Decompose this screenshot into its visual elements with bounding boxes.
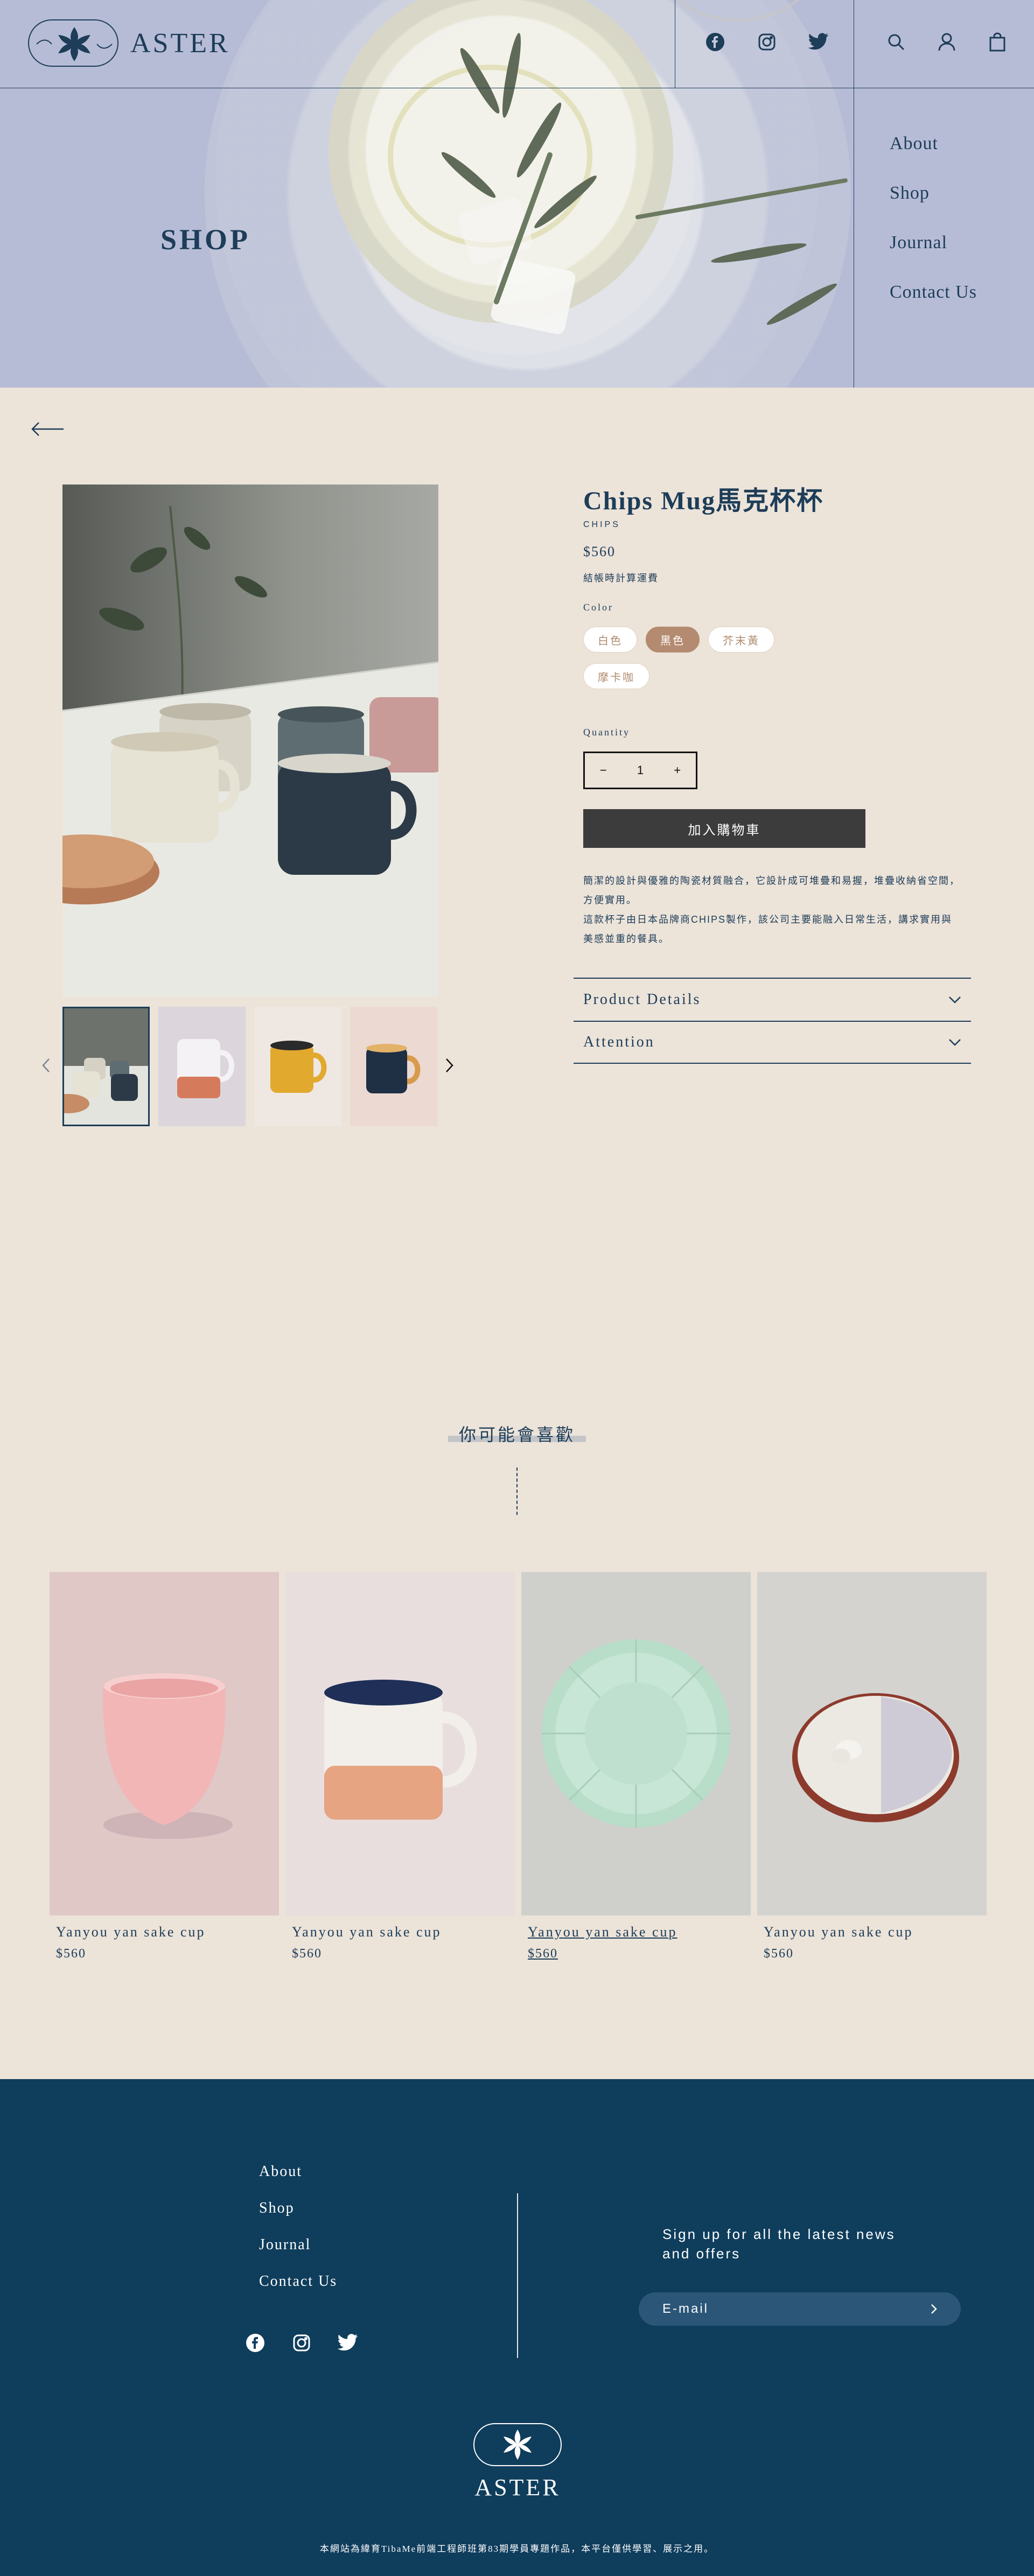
add-to-cart-button[interactable]: 加入購物車 [583, 809, 865, 848]
thumbnail-strip [62, 1007, 437, 1126]
thumbnail-image[interactable] [62, 1007, 150, 1126]
facebook-icon[interactable] [704, 31, 726, 53]
footer-divider [517, 2193, 518, 2358]
product-card[interactable]: Yanyou yan sake cup $560 [757, 1572, 987, 1961]
email-input[interactable]: E-mail [639, 2292, 961, 2326]
footer-link-about[interactable]: About [259, 2163, 337, 2180]
page-title: SHOP [160, 223, 251, 256]
description-paragraph: 這款杯子由日本品牌商CHIPS製作，該公司主要能融入日常生活，講求實用與美感並重… [583, 914, 953, 944]
product-card-image[interactable] [757, 1572, 987, 1915]
chevron-down-icon [949, 1039, 961, 1046]
color-option-mocha[interactable]: 摩卡咖 [583, 663, 649, 689]
search-icon[interactable] [885, 31, 907, 53]
footer-logo-text: ASTER [474, 2474, 561, 2501]
email-placeholder: E-mail [662, 2301, 709, 2316]
copyright: 本網站為緯育TibaMe前端工程師班第83期學員專題作品，本平台僅供學習、展示之… [319, 2544, 715, 2554]
color-option-black[interactable]: 黑色 [646, 627, 700, 652]
chevron-left-icon[interactable] [41, 1057, 51, 1076]
menu-item-contact[interactable]: Contact Us [890, 282, 977, 303]
footer-social [244, 2332, 359, 2354]
user-icon[interactable] [936, 31, 958, 53]
related-section-title: 你可能會喜歡 [0, 1421, 1034, 1446]
hero-banner: ASTER SHOP About Shop Journal Contact Us [0, 0, 1034, 388]
product-brand: CHIPS [583, 520, 620, 529]
chevron-right-icon[interactable] [931, 2304, 937, 2314]
accordion-label: Attention [583, 1034, 655, 1050]
thumbnail-image[interactable] [350, 1007, 437, 1126]
instagram-icon[interactable] [291, 2332, 312, 2354]
product-card-image[interactable] [521, 1572, 751, 1915]
quantity-stepper: − 1 + [583, 752, 697, 789]
product-card-name[interactable]: Yanyou yan sake cup [56, 1924, 279, 1940]
product-page: Chips Mug馬克杯杯 CHIPS $560 結帳時計算運費 Color 白… [0, 388, 1034, 2079]
footer-logo[interactable]: ASTER [466, 2421, 569, 2501]
social-links [704, 31, 829, 53]
accordion-label: Product Details [583, 991, 701, 1008]
menu-item-about[interactable]: About [890, 134, 977, 154]
product-card-price: $560 [56, 1947, 86, 1961]
side-menu: About Shop Journal Contact Us [890, 134, 977, 303]
product-card-price: $560 [528, 1947, 558, 1961]
color-options: 白色 黑色 芥末黃 摩卡咖 [583, 627, 777, 689]
color-option-mustard[interactable]: 芥末黃 [708, 627, 774, 652]
newsletter-text: Sign up for all the latest news and offe… [662, 2226, 896, 2262]
product-card-price: $560 [292, 1947, 322, 1961]
product-main-image [62, 485, 438, 997]
product-card[interactable]: Yanyou yan sake cup $560 [285, 1572, 515, 1961]
product-description: 簡潔的設計與優雅的陶瓷材質融合，它設計成可堆疊和易握，堆疊收納省空間，方便實用。… [583, 871, 960, 949]
product-card-image[interactable] [285, 1572, 515, 1915]
product-card-name[interactable]: Yanyou yan sake cup [528, 1924, 751, 1940]
quantity-value[interactable]: 1 [627, 763, 654, 777]
accordion-attention[interactable]: Attention [574, 1021, 971, 1064]
color-option-white[interactable]: 白色 [583, 627, 637, 652]
shipping-note: 結帳時計算運費 [583, 573, 659, 584]
footer-links: About Shop Journal Contact Us [259, 2163, 337, 2290]
related-products: Yanyou yan sake cup $560 Yanyou yan sake… [50, 1572, 987, 1961]
product-card[interactable]: Yanyou yan sake cup $560 [521, 1572, 751, 1961]
menu-item-journal[interactable]: Journal [890, 233, 977, 253]
related-title-text: 你可能會喜歡 [448, 1425, 586, 1444]
footer-link-journal[interactable]: Journal [259, 2236, 337, 2254]
product-card-name[interactable]: Yanyou yan sake cup [292, 1924, 515, 1940]
chevron-right-icon[interactable] [445, 1057, 455, 1076]
thumbnail-image[interactable] [158, 1007, 246, 1126]
facebook-icon[interactable] [244, 2332, 266, 2354]
back-arrow-icon[interactable] [30, 421, 65, 440]
cart-icon[interactable] [987, 31, 1008, 53]
footer: About Shop Journal Contact Us Sign up fo… [0, 2079, 1034, 2576]
footer-link-contact[interactable]: Contact Us [259, 2273, 337, 2290]
product-card[interactable]: Yanyou yan sake cup $560 [50, 1572, 279, 1961]
quantity-decrease-button[interactable]: − [590, 763, 617, 777]
accordion-product-details[interactable]: Product Details [574, 978, 971, 1021]
twitter-icon[interactable] [337, 2332, 359, 2354]
chevron-down-icon [949, 996, 961, 1003]
quantity-label: Quantity [583, 727, 630, 738]
nav-tools [885, 31, 1008, 53]
product-card-price: $560 [764, 1947, 794, 1961]
logo-text: ASTER [130, 27, 230, 59]
description-paragraph: 簡潔的設計與優雅的陶瓷材質融合，它設計成可堆疊和易握，堆疊收納省空間，方便實用。 [583, 875, 960, 906]
quantity-increase-button[interactable]: + [664, 763, 691, 777]
logo-badge-icon [28, 19, 118, 67]
logo-badge-icon [473, 2423, 562, 2466]
twitter-icon[interactable] [808, 31, 829, 53]
footer-link-shop[interactable]: Shop [259, 2200, 337, 2217]
product-price: $560 [583, 544, 616, 559]
menu-item-shop[interactable]: Shop [890, 183, 977, 203]
color-label: Color [583, 602, 614, 613]
product-card-name[interactable]: Yanyou yan sake cup [764, 1924, 987, 1940]
section-divider [516, 1468, 518, 1515]
product-title: Chips Mug馬克杯杯 [583, 487, 824, 515]
top-nav: ASTER [0, 0, 1034, 388]
logo[interactable]: ASTER [28, 19, 230, 67]
product-card-image[interactable] [50, 1572, 279, 1915]
thumbnail-image[interactable] [254, 1007, 341, 1126]
instagram-icon[interactable] [756, 31, 778, 53]
